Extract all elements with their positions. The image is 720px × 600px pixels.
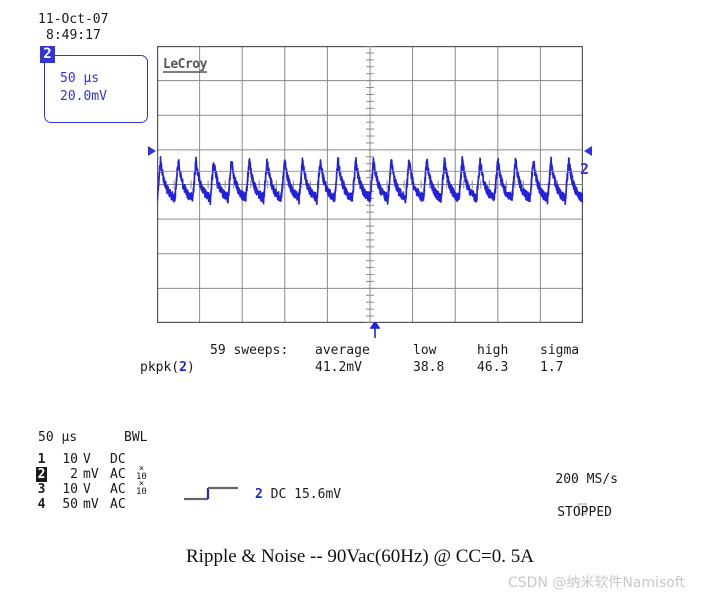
value-sigma: 1.7 [540, 360, 564, 375]
channel-row-number: 1 [37, 452, 46, 467]
sample-rate-readout: 200 MS/s [555, 472, 618, 487]
badge-timebase: 50 µs [60, 71, 100, 86]
channel-row-unit: mV [83, 497, 99, 512]
watermark-text: CSDN @纳米软件Namisoft [508, 575, 685, 591]
channel-row-value: 10 [62, 452, 78, 467]
channel-row-value: 10 [62, 482, 78, 497]
bandwidth-limit-label: BWL [124, 430, 148, 445]
channel-row-unit: V [83, 482, 91, 497]
timestamp-block: 11-Oct-07 8:49:17 [38, 12, 108, 44]
channel-level-marker-left[interactable] [148, 146, 156, 156]
channel-row-number: 3 [37, 482, 46, 497]
measurement-readout: 59 sweeps: average low high sigma pkpk(2… [140, 342, 610, 376]
measurement-header-row: 59 sweeps: average low high sigma [140, 342, 610, 359]
column-header-average: average [315, 343, 370, 358]
channel-row-attenuation: × 10 [136, 479, 147, 497]
value-low: 38.8 [413, 360, 445, 375]
channel-row-unit: mV [83, 467, 99, 482]
trigger-level: 15.6mV [294, 487, 342, 502]
trigger-source-channel: 2 [255, 487, 263, 502]
trigger-position-arrow-icon[interactable] [370, 322, 380, 338]
trigger-coupling: DC [270, 487, 287, 502]
trigger-description: 2 DC 15.6mV [255, 487, 341, 502]
channel-2-trace-label: 2 [580, 160, 590, 178]
oscilloscope-display[interactable]: LeCroy [157, 46, 583, 323]
status-timebase: 50 µs [38, 430, 78, 445]
channel-row-number: 2 [36, 467, 47, 482]
column-header-low: low [413, 343, 437, 358]
channel-row-coupling: AC [110, 497, 126, 512]
channel-row-number: 4 [37, 497, 46, 512]
badge-volts-per-div: 20.0mV [60, 89, 107, 104]
column-header-high: high [477, 343, 509, 358]
parameter-source-channel: 2 [179, 360, 187, 375]
parameter-close-paren: ) [186, 360, 195, 375]
acquisition-state-label: STOPPED [557, 505, 612, 520]
badge-values: 50 µs 20.0mV [60, 70, 107, 106]
sweeps-count: 59 sweeps: [210, 343, 289, 358]
trigger-rising-edge-icon[interactable] [182, 484, 244, 504]
channel-row-unit: V [83, 452, 91, 467]
channel-level-marker-right[interactable] [584, 146, 592, 156]
column-header-sigma: sigma [540, 343, 580, 358]
channel-2-settings-badge[interactable]: 2 50 µs 20.0mV [40, 46, 148, 123]
channel-row-value: 2 [70, 467, 78, 482]
channel-row-coupling: AC [110, 482, 126, 497]
waveform-canvas[interactable]: LeCroy [157, 46, 583, 323]
scope-brand-logo: LeCroy [163, 57, 208, 72]
parameter-name: pkpk( [140, 360, 180, 375]
figure-caption: Ripple & Noise -- 90Vac(60Hz) @ CC=0. 5A [186, 546, 534, 567]
acquisition-date: 11-Oct-07 [38, 12, 109, 27]
channel-row-coupling: AC [110, 467, 126, 482]
value-average: 41.2mV [315, 360, 362, 375]
value-high: 46.3 [477, 360, 509, 375]
channel-row-value: 50 [62, 497, 78, 512]
measurement-parameter-label: pkpk(2) [140, 359, 195, 376]
measurement-value-row: pkpk(2) 41.2mV 38.8 46.3 1.7 [140, 359, 610, 376]
acquisition-time: 8:49:17 [46, 28, 101, 43]
channel-row-coupling: DC [110, 452, 126, 467]
channel-number-chip: 2 [40, 46, 55, 63]
